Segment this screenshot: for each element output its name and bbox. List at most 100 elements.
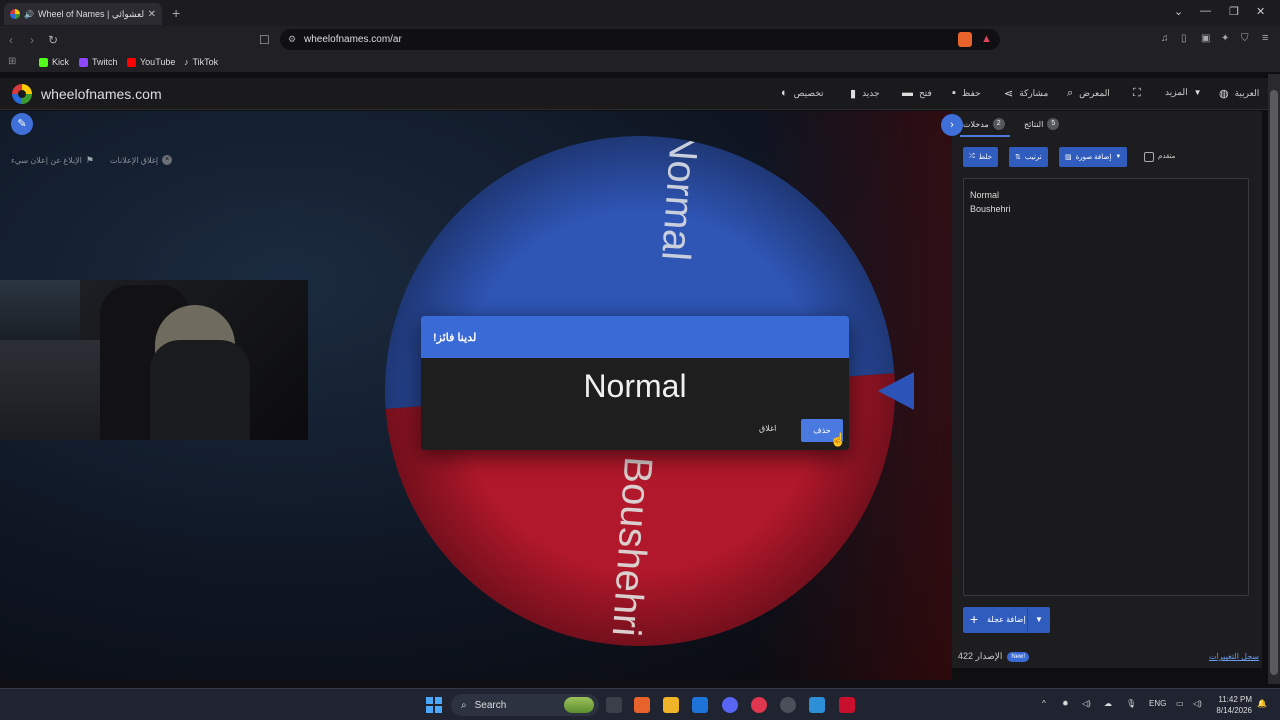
- tray-mic-icon[interactable]: 🎙: [1126, 699, 1136, 708]
- tray-cloud-icon[interactable]: ☁: [1104, 699, 1112, 708]
- language-indicator[interactable]: ENG: [1149, 699, 1166, 708]
- url-field[interactable]: wheelofnames.com/ar: [280, 29, 1000, 50]
- changelog-link[interactable]: سجل التغييرات: [1209, 652, 1259, 661]
- apps-grid-icon[interactable]: ⊞: [8, 56, 16, 67]
- forward-icon[interactable]: ›: [30, 33, 34, 47]
- outlook-icon[interactable]: [692, 697, 708, 713]
- close-ads-link[interactable]: إغلاق الإعلانات ×: [110, 155, 173, 165]
- bookmark-icon[interactable]: ☐: [259, 33, 270, 47]
- restore-icon[interactable]: ❐: [1229, 5, 1239, 18]
- sort-button[interactable]: ⇅ ترتيب: [1009, 147, 1048, 167]
- nav-label: المزيد: [1165, 87, 1188, 97]
- bookmark-tiktok[interactable]: ♪ TikTok: [184, 57, 218, 67]
- tab-entries[interactable]: مدخلات 2: [963, 118, 1005, 130]
- bookmark-label: TikTok: [192, 57, 219, 67]
- version-info: الإصدار 422 New!: [958, 651, 1030, 662]
- menu-icon[interactable]: ≡: [1262, 32, 1268, 44]
- browser-tab[interactable]: 🔊 Wheel of Names | عجلة الاسم العشوائي ✕: [4, 3, 162, 25]
- bookmark-label: Twitch: [92, 57, 118, 67]
- minimize-icon[interactable]: —: [1200, 5, 1211, 17]
- nav-customize[interactable]: ◐ تخصيص: [781, 87, 824, 99]
- fullscreen-button[interactable]: ⛶: [1133, 87, 1141, 100]
- bookmarks-bar: ⊞ Kick Twitch YouTube ♪ TikTok: [0, 54, 1280, 72]
- shuffle-button[interactable]: ⤮ خلط: [963, 147, 998, 167]
- leo-ai-icon[interactable]: ✦: [1221, 33, 1229, 44]
- caret-down-icon: ▼: [1115, 154, 1122, 160]
- music-icon[interactable]: ♫: [1161, 33, 1169, 44]
- address-bar-row: wheelofnames.com/ar ⚙ ▲ ♫ ▯ ▣ ✦ ⛉ ≡: [0, 26, 1280, 54]
- image-icon: ▨: [1065, 154, 1072, 161]
- globe-icon: ◍: [1219, 88, 1229, 100]
- wallet-icon[interactable]: ▣: [1201, 33, 1210, 44]
- entry-line: Boushehri: [970, 204, 1011, 214]
- notification-bell-icon[interactable]: 🔔: [1257, 699, 1267, 708]
- collapse-panel-button[interactable]: ›: [941, 114, 963, 136]
- widgets-icon[interactable]: [564, 697, 594, 713]
- brave-shields-icon[interactable]: [958, 32, 972, 47]
- nav-share[interactable]: ⋖ مشاركة: [1004, 87, 1048, 100]
- nav-label: المعرض: [1079, 88, 1110, 98]
- report-ad-link[interactable]: الإبلاغ عن إعلان سيء ⚑: [11, 155, 94, 166]
- nav-new[interactable]: ▮ جديد: [850, 87, 880, 100]
- file-explorer-icon[interactable]: [663, 697, 679, 713]
- bookmark-youtube[interactable]: YouTube: [127, 57, 175, 67]
- winner-dialog: لدينا فائز! Normal اغلاق حذف: [421, 316, 849, 450]
- entries-textarea[interactable]: Normal Boushehri: [963, 178, 1249, 596]
- reload-icon[interactable]: ↻: [48, 33, 58, 47]
- opera-icon[interactable]: [751, 697, 767, 713]
- speaker-icon[interactable]: 🔊: [24, 10, 34, 19]
- close-window-icon[interactable]: ✕: [1256, 5, 1265, 18]
- chevron-down-icon[interactable]: ⌄: [1174, 5, 1183, 18]
- close-tab-icon[interactable]: ✕: [148, 9, 156, 20]
- mouse-cursor-icon: ☝: [830, 432, 847, 447]
- settings-app-icon[interactable]: [780, 697, 796, 713]
- taskbar-clock[interactable]: 11:42 PM 8/14/2026: [1212, 694, 1252, 716]
- task-view-icon[interactable]: [606, 697, 622, 713]
- advanced-checkbox[interactable]: [1144, 152, 1154, 162]
- add-wheel-button[interactable]: + إضافة عجلة ▼: [963, 607, 1050, 633]
- back-icon[interactable]: ‹: [9, 33, 13, 47]
- nav-gallery[interactable]: ⌕ المعرض: [1067, 87, 1110, 100]
- tab-results[interactable]: النتائج 5: [1024, 118, 1060, 130]
- windows-start-icon[interactable]: [426, 697, 442, 713]
- add-wheel-dropdown-icon[interactable]: ▼: [1027, 607, 1050, 633]
- palette-icon: ◐: [781, 87, 788, 99]
- bookmark-twitch[interactable]: Twitch: [79, 57, 118, 67]
- brave-rewards-icon[interactable]: ▲: [981, 33, 992, 45]
- tray-overflow-icon[interactable]: ^: [1042, 699, 1046, 708]
- site-info-icon[interactable]: ⚙: [288, 34, 296, 45]
- photos-app-icon[interactable]: [809, 697, 825, 713]
- dialog-close-button[interactable]: اغلاق: [759, 424, 776, 433]
- wheel-favicon-icon: [10, 9, 20, 19]
- brave-browser-icon[interactable]: [634, 697, 650, 713]
- share-icon: ⋖: [1004, 88, 1014, 100]
- wheel-logo-icon[interactable]: [12, 84, 32, 104]
- new-tab-icon[interactable]: +: [172, 5, 180, 21]
- vpn-icon[interactable]: ⛉: [1241, 33, 1249, 44]
- nav-more[interactable]: المزيد ▼: [1165, 87, 1202, 98]
- tray-brightness-icon[interactable]: ✹: [1062, 699, 1069, 708]
- bookmark-kick[interactable]: Kick: [39, 57, 69, 67]
- site-name[interactable]: wheelofnames.com: [41, 86, 162, 102]
- chevron-right-icon: ›: [950, 119, 954, 131]
- clock-time: 11:42 PM: [1218, 695, 1252, 704]
- close-circle-icon: ×: [162, 155, 173, 165]
- sidebar-icon[interactable]: ▯: [1181, 33, 1187, 44]
- tray-volume-icon[interactable]: ◁): [1082, 699, 1091, 708]
- url-text: wheelofnames.com/ar: [304, 34, 402, 45]
- app-x-icon[interactable]: [839, 697, 855, 713]
- nav-save[interactable]: ▪ حفظ: [952, 87, 981, 99]
- webcam-overlay: [0, 280, 308, 440]
- add-image-button[interactable]: ▨ إضافة صورة ▼: [1059, 147, 1128, 167]
- nav-language[interactable]: ◍ العربية: [1219, 87, 1259, 100]
- tray-network-icon[interactable]: ▭: [1176, 699, 1184, 708]
- nav-label: حفظ: [961, 87, 981, 98]
- scrollbar-thumb[interactable]: [1270, 90, 1278, 675]
- edit-button[interactable]: ✎: [11, 113, 33, 135]
- report-ad-label: الإبلاغ عن إعلان سيء: [11, 156, 82, 165]
- pencil-icon: ✎: [17, 118, 27, 130]
- discord-icon[interactable]: [722, 697, 738, 713]
- search-icon: ⌕: [1067, 87, 1074, 99]
- tray-speaker-icon[interactable]: ◁): [1193, 699, 1202, 708]
- nav-open[interactable]: ▬ فتح: [902, 87, 932, 99]
